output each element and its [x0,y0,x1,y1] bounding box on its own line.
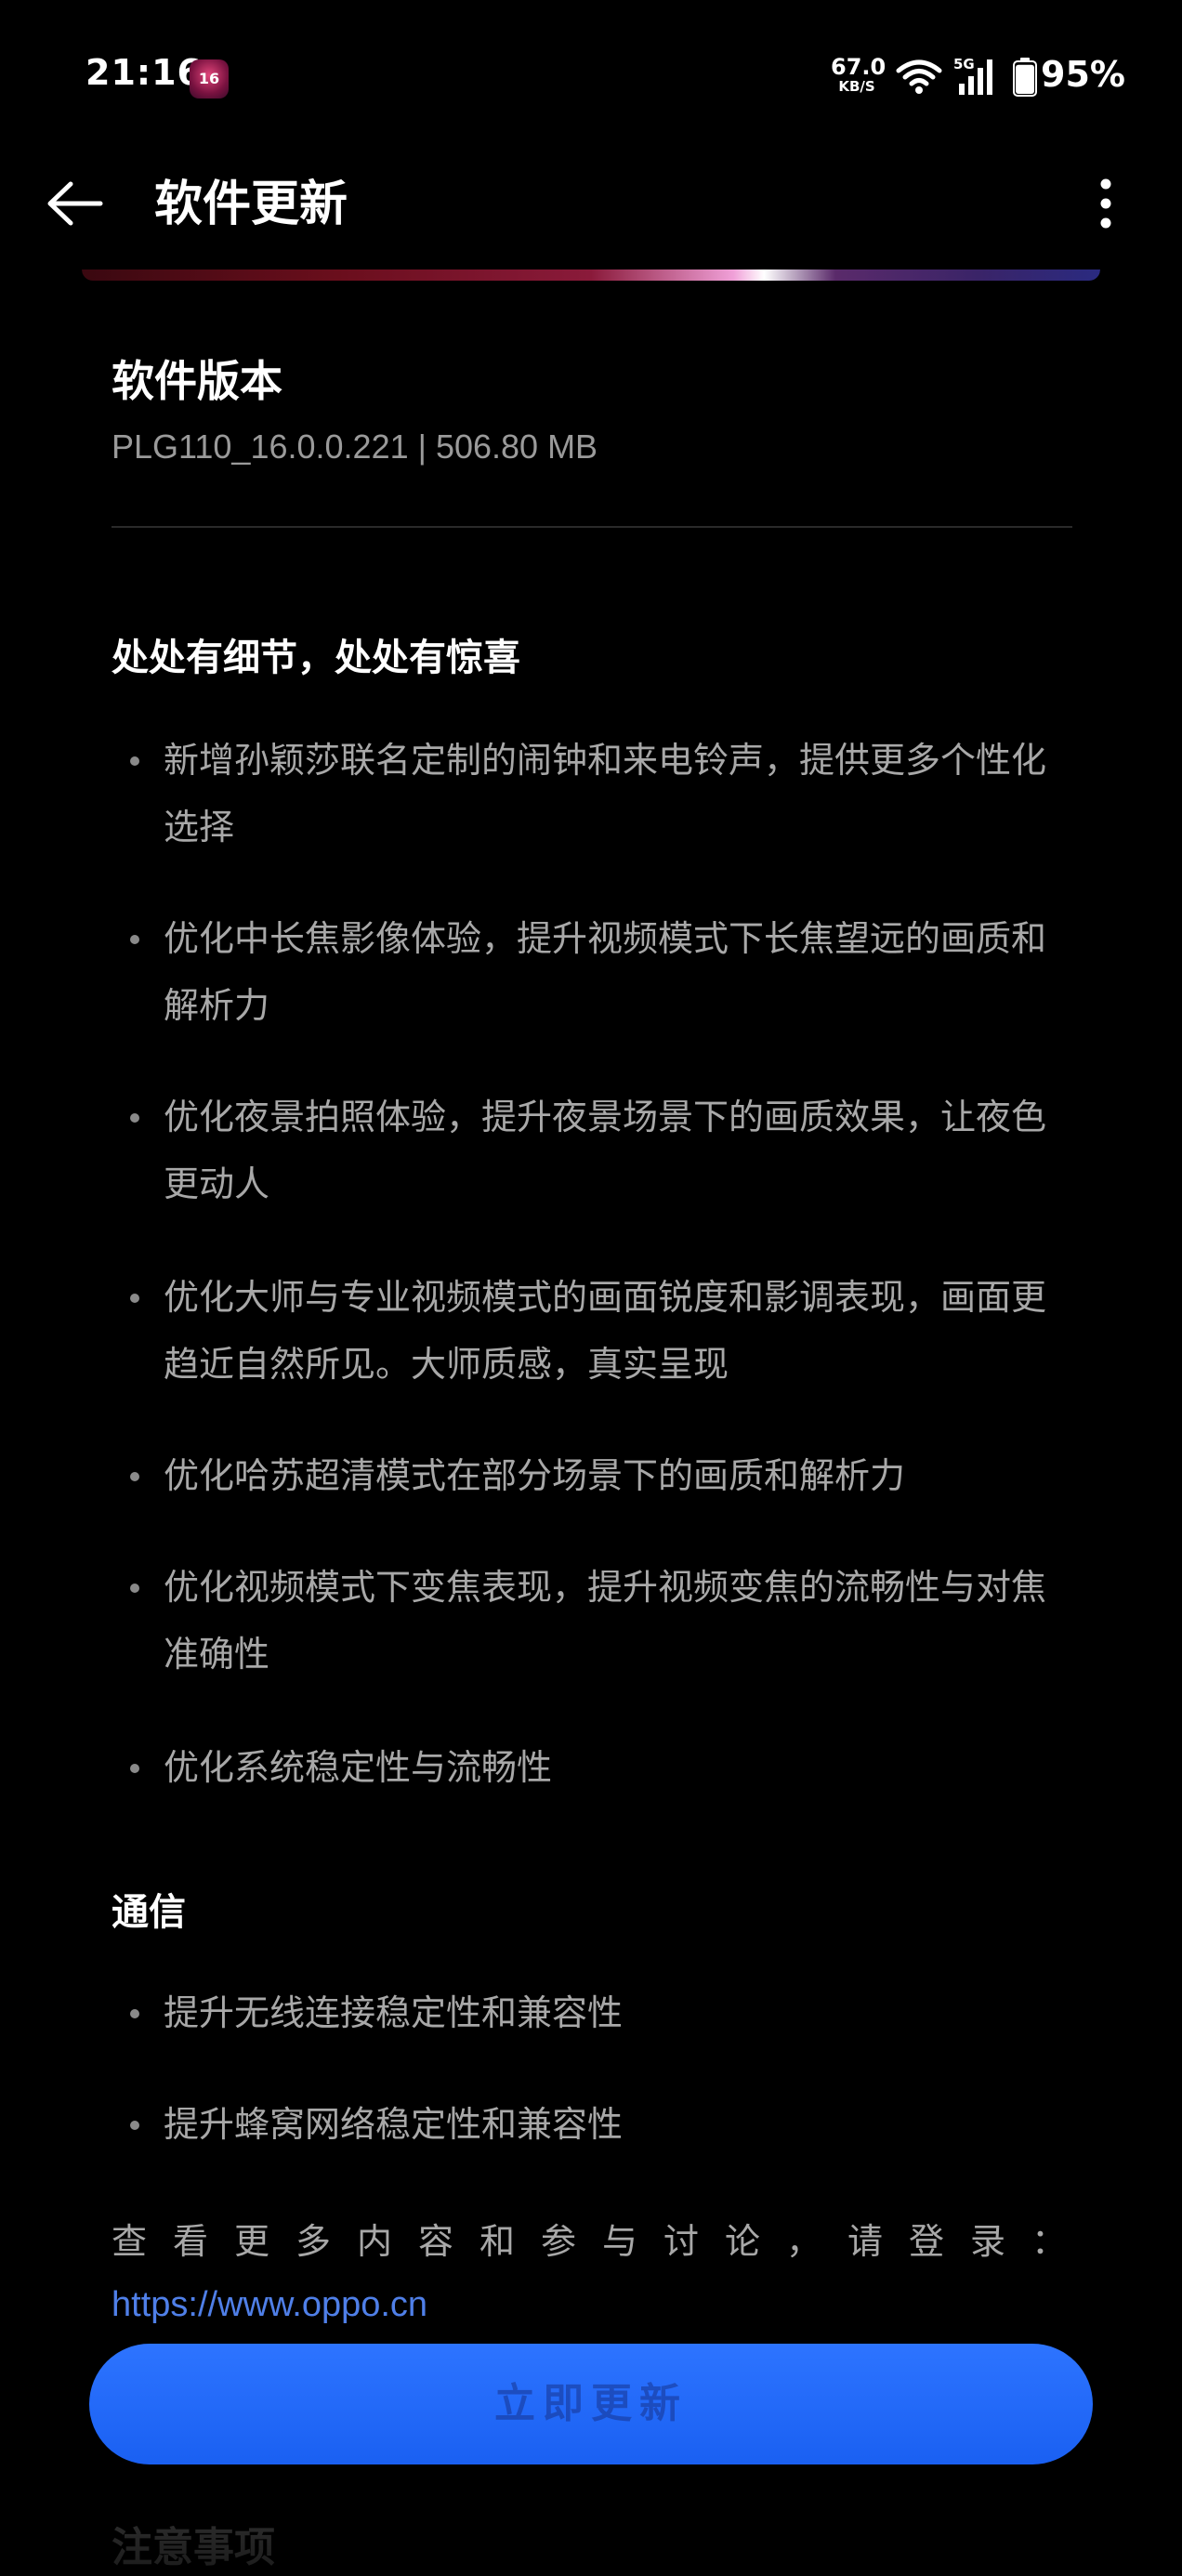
community-link[interactable]: https://www.oppo.cn [112,2271,427,2338]
page-title: 软件更新 [154,177,348,232]
status-bar: 21:16 16 67.0 KB/S 5G 95% [0,0,1182,149]
bullet-dot [130,1584,139,1593]
network-type-label: 5G [953,56,975,72]
bullet-dot [130,1764,139,1773]
list-item: 提升无线连接稳定性和兼容性 [112,1979,1078,2046]
more-info-text: 查看更多内容和参与讨论，请登录： [112,2221,1094,2262]
bullet-dot [130,1472,139,1481]
section-title-communication: 通信 [112,1891,186,1934]
app-notification-icon: 16 [190,59,229,99]
arrow-left-icon[interactable] [43,173,108,234]
list-item: 优化大师与专业视频模式的画面锐度和影调表现，画面更趋近自然所见。大师质感，真实呈… [112,1264,1078,1398]
list-item: 优化视频模式下变焦表现，提升视频变焦的流畅性与对焦准确性 [112,1554,1078,1688]
software-version-info: PLG110_16.0.0.221 | 506.80 MB [112,427,598,466]
bullet-dot [130,1294,139,1303]
update-now-button[interactable]: 立即更新 [89,2344,1093,2464]
bullet-dot [130,2009,139,2018]
list-item: 优化哈苏超清模式在部分场景下的画质和解析力 [112,1442,1078,1509]
bullet-dot [130,935,139,944]
network-speed: 67.0 KB/S [831,54,886,95]
bullet-dot [130,756,139,766]
more-vertical-icon[interactable] [1087,173,1124,234]
status-time: 21:16 [85,52,203,93]
list-item: 提升蜂窝网络稳定性和兼容性 [112,2091,1078,2158]
update-now-button-label: 立即更新 [494,2380,688,2427]
list-item: 优化中长焦影像体验，提升视频模式下长焦望远的画质和解析力 [112,905,1078,1039]
update-banner-strip [82,269,1100,286]
wifi-icon [896,59,942,94]
notes-title: 注意事项 [112,2524,275,2571]
network-speed-value: 67.0 [831,54,886,80]
bullet-dot [130,2121,139,2130]
section-title-details: 处处有细节，处处有惊喜 [112,637,520,679]
divider [112,526,1072,528]
list-item: 新增孙颖莎联名定制的闹钟和来电铃声，提供更多个性化选择 [112,727,1078,861]
list-item: 优化系统稳定性与流畅性 [112,1734,1078,1801]
bullet-dot [130,1113,139,1123]
battery-percent: 95% [1041,54,1125,95]
list-item: 优化夜景拍照体验，提升夜景场景下的画质效果，让夜色更动人 [112,1084,1078,1217]
network-speed-unit: KB/S [838,78,875,95]
software-version-label: 软件版本 [112,356,282,406]
battery-icon [1013,58,1037,97]
